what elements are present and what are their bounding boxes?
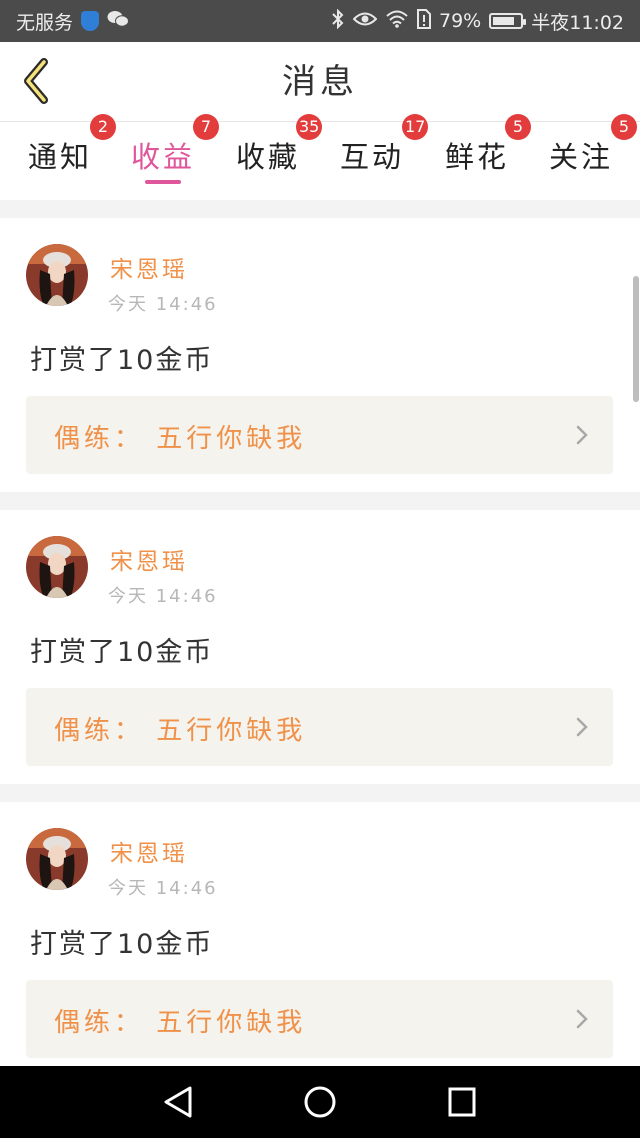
tab-label: 鲜花 — [444, 140, 509, 174]
tab-follow[interactable]: 关注 5 — [531, 114, 637, 200]
tab-label: 关注 — [548, 140, 613, 174]
tab-interaction[interactable]: 互动 17 — [322, 114, 429, 200]
status-right: 79% 半夜11:02 — [331, 8, 624, 35]
back-triangle-icon — [164, 1086, 192, 1118]
tab-label: 通知 — [27, 140, 92, 174]
work-link[interactable]: 偶练： 五行你缺我 — [26, 980, 613, 1058]
tab-badge: 7 — [193, 114, 219, 140]
battery-icon — [489, 13, 527, 29]
nav-back-button[interactable] — [158, 1084, 198, 1120]
active-tab-indicator — [145, 180, 181, 184]
clock-text: 半夜11:02 — [531, 11, 624, 34]
app-header: 消息 — [0, 42, 640, 122]
carrier-text: 无服务 — [16, 11, 74, 34]
status-bar: 无服务 79% 半夜11:02 — [0, 0, 640, 42]
home-circle-icon — [304, 1086, 336, 1118]
nav-home-button[interactable] — [300, 1084, 340, 1120]
tab-label: 互动 — [339, 140, 404, 174]
work-title: 偶练： 五行你缺我 — [54, 716, 307, 746]
avatar[interactable] — [26, 828, 88, 890]
work-title: 偶练： 五行你缺我 — [54, 1008, 307, 1038]
tab-notify[interactable]: 通知 2 — [10, 114, 116, 200]
scroll-indicator[interactable] — [633, 276, 639, 402]
recents-square-icon — [448, 1087, 476, 1117]
tab-label: 收益 — [130, 140, 195, 174]
tab-favorites[interactable]: 收藏 35 — [218, 114, 323, 200]
system-nav-bar — [0, 1066, 640, 1138]
chevron-right-icon — [576, 1009, 588, 1029]
chevron-right-icon — [576, 717, 588, 737]
message-card: 宋恩瑶 今天 14:46 打赏了10金币 偶练： 五行你缺我 — [0, 802, 640, 1076]
message-text: 打赏了10金币 — [30, 345, 214, 376]
sender-name[interactable]: 宋恩瑶 — [110, 250, 188, 284]
chevron-right-icon — [576, 425, 588, 445]
work-title: 偶练： 五行你缺我 — [54, 424, 307, 454]
tab-earnings[interactable]: 收益 7 — [113, 114, 219, 200]
sender-name[interactable]: 宋恩瑶 — [110, 542, 188, 576]
nav-recents-button[interactable] — [442, 1084, 482, 1120]
tab-badge: 17 — [402, 114, 429, 140]
work-link[interactable]: 偶练： 五行你缺我 — [26, 396, 613, 474]
tab-label: 收藏 — [235, 140, 300, 174]
tab-badge: 35 — [296, 114, 323, 140]
tab-bar: 通知 2 收益 7 收藏 35 互动 17 鲜花 5 关注 5 — [0, 114, 640, 200]
avatar[interactable] — [26, 244, 88, 306]
message-time: 今天 14:46 — [108, 878, 218, 899]
message-card: 宋恩瑶 今天 14:46 打赏了10金币 偶练： 五行你缺我 — [0, 510, 640, 784]
message-text: 打赏了10金币 — [30, 637, 214, 668]
tab-badge: 5 — [505, 114, 531, 140]
page-title: 消息 — [282, 62, 358, 102]
sender-name[interactable]: 宋恩瑶 — [110, 834, 188, 868]
battery-percent: 79% — [439, 10, 482, 32]
tab-flowers[interactable]: 鲜花 5 — [427, 114, 531, 200]
message-time: 今天 14:46 — [108, 294, 218, 315]
message-time: 今天 14:46 — [108, 586, 218, 607]
eye-icon — [352, 10, 378, 32]
message-text: 打赏了10金币 — [30, 929, 214, 960]
battery-fill — [493, 17, 515, 25]
sim-icon — [417, 8, 431, 34]
message-card: 宋恩瑶 今天 14:46 打赏了10金币 偶练： 五行你缺我 — [0, 218, 640, 492]
bluetooth-icon — [331, 8, 345, 34]
wechat-icon — [107, 10, 130, 33]
shield-icon — [81, 11, 100, 31]
avatar[interactable] — [26, 536, 88, 598]
wifi-icon — [385, 10, 409, 33]
work-link[interactable]: 偶练： 五行你缺我 — [26, 688, 613, 766]
tab-badge: 5 — [611, 114, 637, 140]
status-left: 无服务 — [16, 8, 130, 35]
